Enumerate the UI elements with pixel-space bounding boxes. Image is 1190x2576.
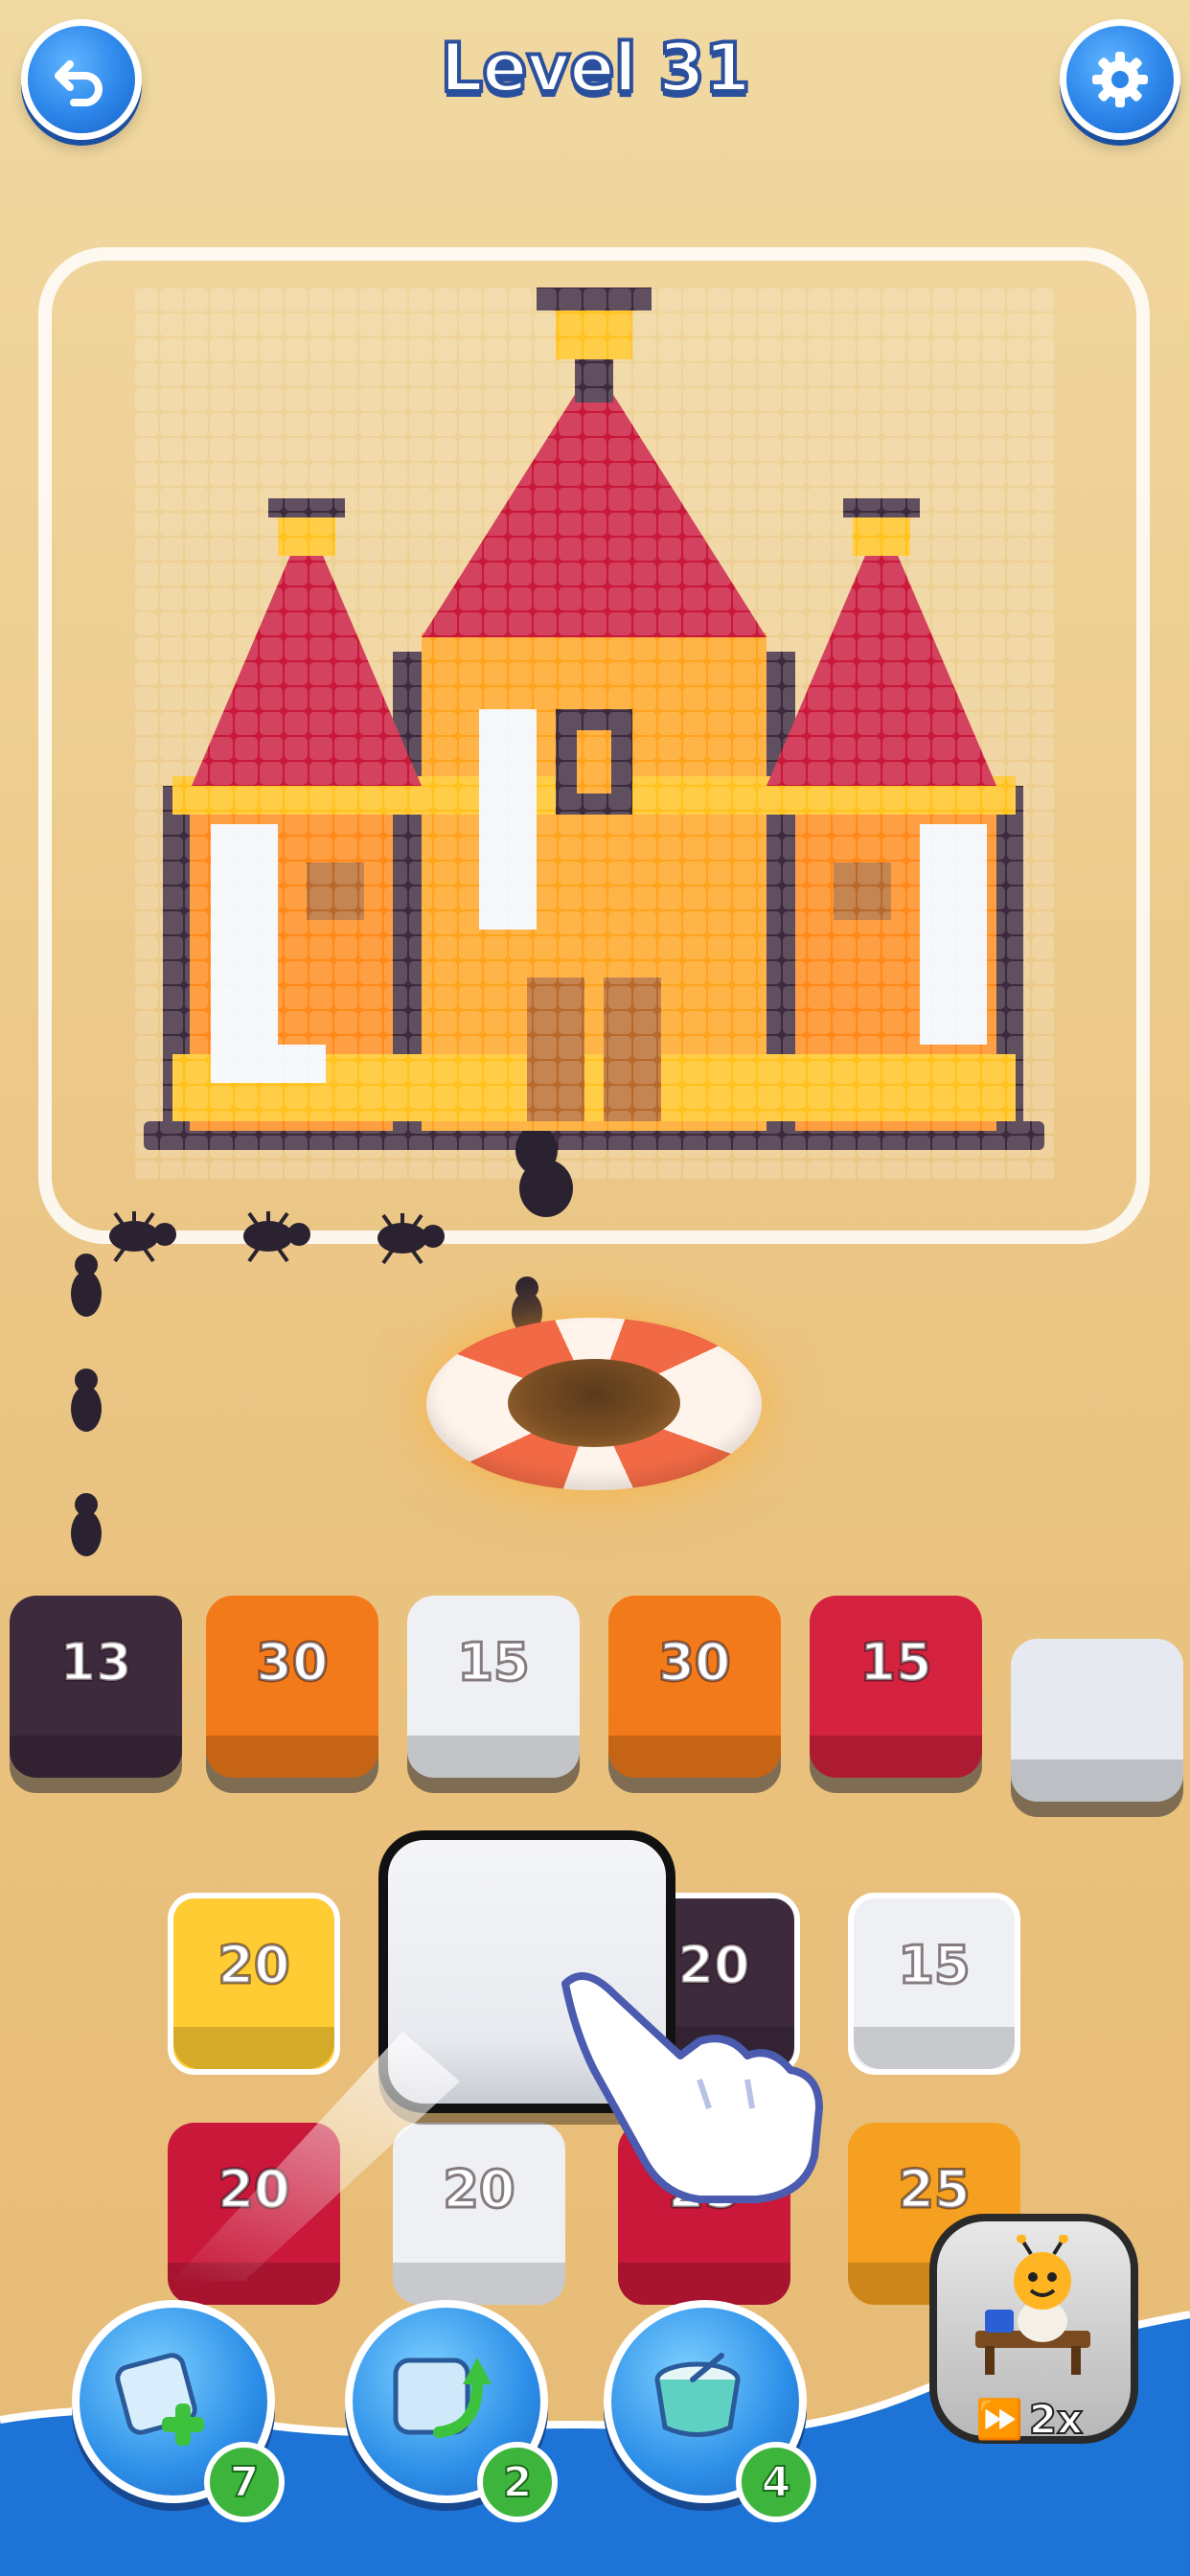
- powerup-clear-count: 4: [736, 2442, 816, 2522]
- queue-tile[interactable]: 13: [10, 1596, 182, 1778]
- fast-forward-icon: ⏩: [974, 2397, 1024, 2443]
- powerup-clear-button[interactable]: 4: [604, 2300, 816, 2522]
- ice-cube-arrow-icon: [393, 2358, 492, 2438]
- board-tile[interactable]: 20: [168, 1893, 340, 2075]
- speed-label: 2x: [1028, 2395, 1084, 2444]
- queue-tile-number: 15: [858, 1631, 933, 1694]
- queue-tile-number: 13: [58, 1631, 133, 1694]
- gear-icon: [1092, 52, 1148, 107]
- queue-tile[interactable]: 30: [206, 1596, 378, 1778]
- ant-hole: [508, 1359, 680, 1447]
- speed-boost-button[interactable]: ⏩ 2x: [929, 2214, 1138, 2444]
- powerup-add-tile-count: 7: [204, 2442, 285, 2522]
- add-tile-icon: [115, 2353, 204, 2446]
- powerup-add-tile-button[interactable]: 7: [72, 2300, 285, 2522]
- queue-tile[interactable]: 30: [608, 1596, 781, 1778]
- bee-mascot-icon: [975, 2235, 1090, 2375]
- pixel-castle-artwork: [134, 288, 1054, 1179]
- powerup-shuffle-button[interactable]: 2: [345, 2300, 558, 2522]
- queue-tile-number: 15: [456, 1631, 531, 1694]
- board-tile[interactable]: 15: [848, 1893, 1020, 2075]
- powerup-shuffle-count: 2: [477, 2442, 558, 2522]
- settings-button[interactable]: [1060, 19, 1180, 140]
- tutorial-hand-icon: [561, 1972, 823, 2203]
- board-tile[interactable]: 20: [393, 2123, 565, 2305]
- bowl-icon: [654, 2353, 741, 2437]
- board-tile-number: 25: [897, 2158, 972, 2221]
- level-title: Level 31: [439, 27, 753, 109]
- queue-tile-number: 30: [657, 1631, 732, 1694]
- queue-tile[interactable]: 15: [407, 1596, 580, 1778]
- board-tile-number: 15: [897, 1934, 972, 1997]
- queue-tile[interactable]: [1011, 1639, 1183, 1802]
- queue-tile-number: 30: [255, 1631, 330, 1694]
- queue-tile[interactable]: 15: [810, 1596, 982, 1778]
- board-tile-number: 20: [217, 1934, 291, 1997]
- board-tile-number: 20: [442, 2158, 516, 2221]
